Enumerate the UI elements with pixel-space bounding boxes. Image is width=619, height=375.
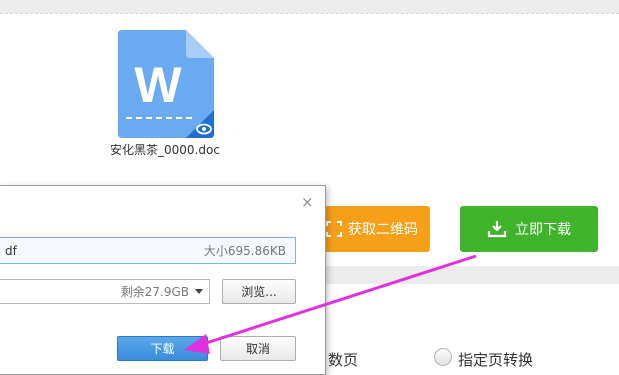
filename-field[interactable]: df 大小695.86KB xyxy=(0,237,296,264)
free-space-text: 剩余27.9GB xyxy=(120,285,189,299)
file-name: 安化黑茶_0000.doc xyxy=(110,143,220,157)
file-size-text: 大小695.86KB xyxy=(203,244,286,258)
save-location-select[interactable]: 剩余27.9GB xyxy=(0,279,210,304)
download-button[interactable]: 下载 xyxy=(117,336,208,361)
filename-value: df xyxy=(5,243,17,258)
browse-button[interactable]: 浏览... xyxy=(222,279,296,304)
cancel-button[interactable]: 取消 xyxy=(220,336,296,361)
close-icon[interactable]: × xyxy=(301,195,314,210)
specified-pages-label[interactable]: 指定页转换 xyxy=(458,349,533,370)
qr-scan-icon xyxy=(326,221,342,237)
get-qr-code-button[interactable]: 获取二维码 xyxy=(318,206,430,252)
word-file-icon[interactable]: W xyxy=(114,30,218,154)
specified-pages-radio[interactable] xyxy=(434,348,452,366)
all-pages-option-label[interactable]: 数页 xyxy=(328,349,358,370)
word-letter: W xyxy=(134,57,182,113)
download-now-label: 立即下载 xyxy=(515,222,571,238)
chevron-down-icon xyxy=(195,289,203,294)
download-icon xyxy=(487,221,507,238)
download-now-button[interactable]: 立即下载 xyxy=(460,206,598,252)
qr-label: 获取二维码 xyxy=(348,222,418,238)
